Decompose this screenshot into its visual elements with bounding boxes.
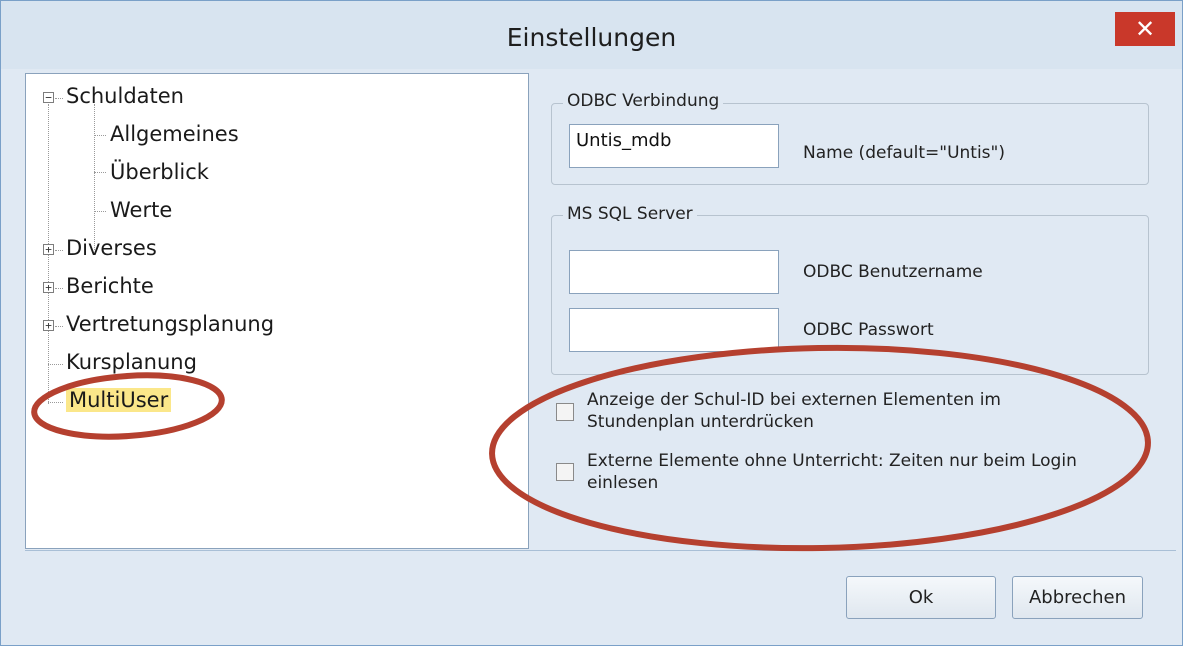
close-icon: ✕: [1134, 15, 1156, 43]
odbc-name-label: Name (default="Untis"): [803, 143, 1005, 163]
tree-connector: [55, 326, 63, 327]
tree-item-kursplanung[interactable]: Kursplanung: [66, 350, 197, 374]
tree-item-label: MultiUser: [66, 388, 172, 412]
expand-icon[interactable]: +: [43, 282, 54, 293]
tree-connector: [94, 135, 106, 136]
tree-item-schuldaten[interactable]: Schuldaten: [66, 84, 184, 108]
tree-item-vertretungsplanung[interactable]: Vertretungsplanung: [66, 312, 274, 336]
external-elements-checkbox[interactable]: [556, 463, 574, 481]
odbc-password-input[interactable]: [569, 308, 779, 352]
expand-icon[interactable]: +: [43, 320, 54, 331]
sql-server-group-legend: MS SQL Server: [563, 204, 697, 224]
close-button[interactable]: ✕: [1115, 12, 1175, 46]
tree-item-multiuser[interactable]: MultiUser: [66, 388, 172, 412]
odbc-password-label: ODBC Passwort: [803, 320, 934, 340]
tree-connector: [48, 364, 63, 365]
tree-item-label: Kursplanung: [66, 350, 197, 374]
tree-item-allgemeines[interactable]: Allgemeines: [110, 122, 239, 146]
settings-tree: − Schuldaten Allgemeines Überblick Werte…: [25, 73, 529, 549]
cancel-button[interactable]: Abbrechen: [1012, 576, 1143, 619]
odbc-group-legend: ODBC Verbindung: [563, 91, 724, 111]
external-elements-label: Externe Elemente ohne Unterricht: Zeiten…: [587, 451, 1077, 493]
footer-separator: [25, 550, 1176, 551]
title-bar[interactable]: Einstellungen ✕: [1, 1, 1182, 69]
tree-item-label: Berichte: [66, 274, 154, 298]
tree-item-label: Schuldaten: [66, 84, 184, 108]
tree-item-label: Diverses: [66, 236, 157, 260]
hide-school-id-label: Anzeige der Schul-ID bei externen Elemen…: [587, 390, 1001, 432]
tree-connector: [55, 98, 63, 99]
tree-connector: [94, 211, 106, 212]
odbc-username-input[interactable]: [569, 250, 779, 294]
odbc-name-input[interactable]: Untis_mdb: [569, 124, 779, 168]
tree-connector: [55, 250, 63, 251]
tree-connector: [48, 402, 63, 403]
hide-school-id-checkbox[interactable]: [556, 403, 574, 421]
tree-item-diverses[interactable]: Diverses: [66, 236, 157, 260]
tree-connector: [55, 288, 63, 289]
odbc-username-label: ODBC Benutzername: [803, 262, 983, 282]
tree-item-werte[interactable]: Werte: [110, 198, 172, 222]
tree-item-label: Werte: [110, 198, 173, 222]
tree-guide-line: [94, 104, 95, 250]
settings-dialog: Einstellungen ✕ − Schuldaten Allgemeines…: [0, 0, 1183, 646]
tree-connector: [94, 172, 106, 173]
ok-button[interactable]: Ok: [846, 576, 996, 619]
tree-item-label: Überblick: [110, 160, 209, 184]
collapse-icon[interactable]: −: [43, 92, 54, 103]
window-title: Einstellungen: [506, 23, 677, 52]
tree-item-label: Vertretungsplanung: [66, 312, 275, 336]
tree-item-ueberblick[interactable]: Überblick: [110, 160, 209, 184]
tree-item-label: Allgemeines: [110, 122, 239, 146]
tree-item-berichte[interactable]: Berichte: [66, 274, 154, 298]
expand-icon[interactable]: +: [43, 244, 54, 255]
settings-panel: ODBC Verbindung Untis_mdb Name (default=…: [531, 73, 1176, 549]
odbc-name-value: Untis_mdb: [576, 130, 672, 151]
